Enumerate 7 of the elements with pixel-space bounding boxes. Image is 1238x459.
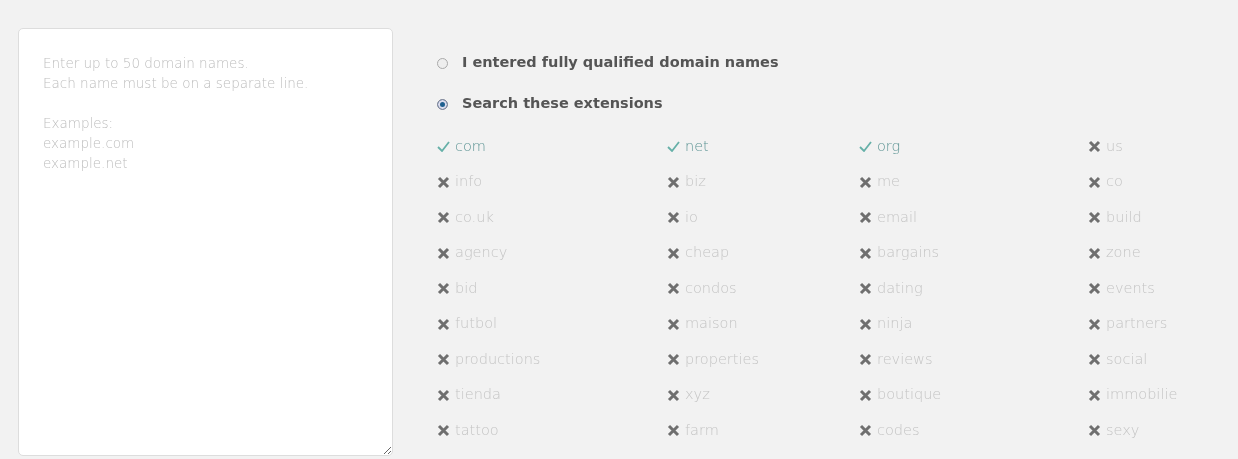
extension-toggle[interactable]: com	[437, 135, 667, 159]
extension-toggle[interactable]: net	[667, 135, 859, 159]
radio-option[interactable]: Search these extensions	[437, 94, 663, 114]
radio-option[interactable]: I entered fully qualified domain names	[437, 53, 779, 73]
radio-button[interactable]	[437, 57, 448, 69]
radio-button[interactable]	[437, 98, 448, 110]
extension-toggle[interactable]: org	[859, 135, 1088, 159]
